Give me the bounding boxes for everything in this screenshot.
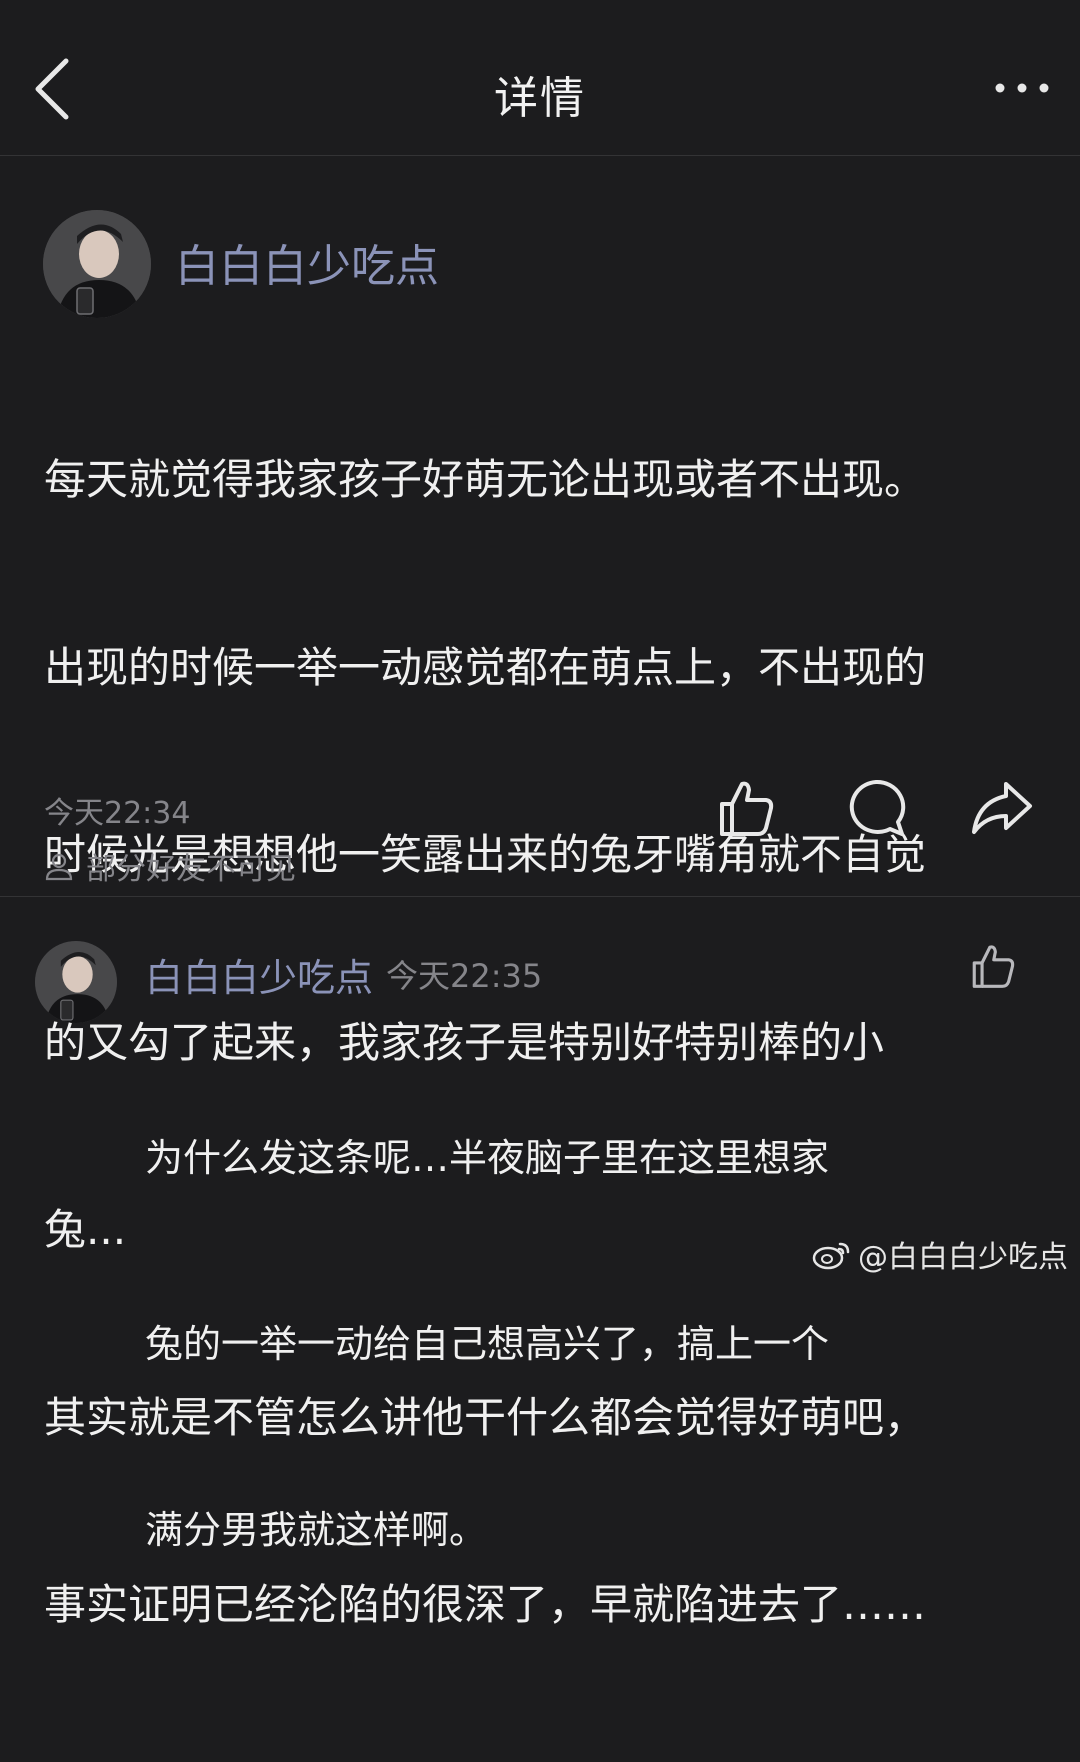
post-line: 出现的时候一举一动感觉都在萌点上，不出现的 xyxy=(44,642,927,692)
watermark: @白白白少吃点 xyxy=(812,1232,1068,1276)
weibo-logo-icon xyxy=(812,1242,850,1270)
avatar-image xyxy=(35,941,117,1023)
more-horizontal-icon[interactable] xyxy=(992,70,1052,106)
comment-username[interactable]: 白白白少吃点 xyxy=(145,947,373,1002)
comment-line: 满分男我就这样啊。 xyxy=(145,1508,488,1552)
page-title: 详情 xyxy=(494,73,586,124)
share-icon[interactable] xyxy=(970,776,1034,840)
comment-item: 白白白少吃点 今天22:35 为什么发这条呢…半夜脑子里在这里想家 兔的一举一动… xyxy=(0,897,1080,1552)
post-timestamp: 今天22:34 xyxy=(44,796,191,831)
person-icon xyxy=(45,853,73,881)
visibility-text: 部分好友不可见 xyxy=(86,852,296,887)
comment-text: 为什么发这条呢…半夜脑子里在这里想家 兔的一举一动给自己想高兴了，搞上一个 满分… xyxy=(145,1003,935,1685)
comment-icon[interactable] xyxy=(844,776,908,840)
watermark-text: @白白白少吃点 xyxy=(858,1240,1068,1275)
avatar[interactable] xyxy=(35,941,117,1023)
comment-timestamp: 今天22:35 xyxy=(386,957,543,995)
post-username[interactable]: 白白白少吃点 xyxy=(175,230,439,294)
like-icon[interactable] xyxy=(968,941,1018,991)
nav-bar: 详情 xyxy=(0,0,1080,156)
avatar[interactable] xyxy=(43,210,151,318)
visibility-label: 部分好友不可见 xyxy=(44,844,296,888)
avatar-image xyxy=(43,210,151,318)
comment-line: 兔的一举一动给自己想高兴了，搞上一个 xyxy=(145,1322,830,1366)
like-icon[interactable] xyxy=(714,776,778,840)
comment-line: 为什么发这条呢…半夜脑子里在这里想家 xyxy=(145,1136,830,1180)
post-line: 每天就觉得我家孩子好萌无论出现或者不出现。 xyxy=(44,455,927,504)
post-card: 白白白少吃点 每天就觉得我家孩子好萌无论出现或者不出现。 出现的时候一举一动感觉… xyxy=(0,156,1080,1629)
